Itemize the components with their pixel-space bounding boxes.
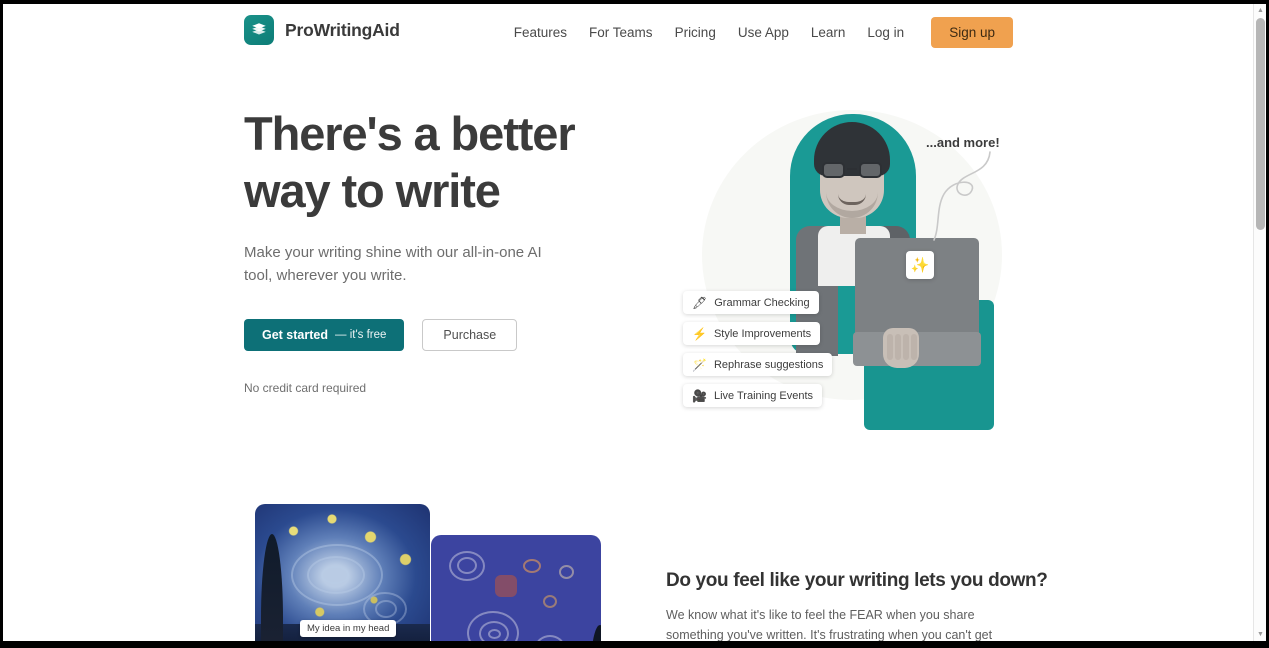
eyeglasses-icon bbox=[821, 162, 883, 178]
person-hand bbox=[883, 328, 919, 368]
get-started-label: Get started bbox=[262, 328, 328, 342]
nav-item-for-teams[interactable]: For Teams bbox=[578, 25, 664, 40]
brand-logo-link[interactable]: ProWritingAid bbox=[244, 15, 400, 45]
feature-pill-style-improvements[interactable]: ⚡ Style Improvements bbox=[683, 322, 821, 345]
scroll-down-arrow-icon[interactable]: ▼ bbox=[1254, 628, 1266, 641]
starry-night-image: My idea in my head bbox=[255, 504, 430, 641]
brand-name: ProWritingAid bbox=[285, 19, 400, 40]
nav-item-use-app[interactable]: Use App bbox=[727, 25, 800, 40]
hero-title-line-2: way to write bbox=[244, 164, 501, 217]
cypress-tree bbox=[261, 534, 283, 641]
scrollbar-thumb[interactable] bbox=[1256, 18, 1265, 230]
site-header: ProWritingAid Features For Teams Pricing… bbox=[3, 4, 1256, 60]
get-started-sublabel: — it's free bbox=[335, 329, 387, 341]
feature-pill-live-training-events[interactable]: 🎥 Live Training Events bbox=[683, 384, 823, 407]
lightning-bolt-icon: ⚡ bbox=[692, 326, 707, 341]
feature-pill-grammar-checking[interactable]: 🖋 Grammar Checking bbox=[683, 291, 819, 314]
sign-up-button[interactable]: Sign up bbox=[931, 16, 1013, 48]
curly-arrow-icon bbox=[933, 151, 991, 241]
blue-sketch-image bbox=[431, 535, 601, 641]
feature-pill-label: Rephrase suggestions bbox=[713, 358, 824, 371]
nav-item-learn[interactable]: Learn bbox=[800, 25, 857, 40]
scroll-up-arrow-icon[interactable]: ▲ bbox=[1254, 4, 1266, 17]
hero-actions: Get started — it's free Purchase bbox=[244, 319, 624, 351]
hero-section: There's a better way to write Make your … bbox=[3, 60, 1256, 480]
feature-pill-label: Grammar Checking bbox=[714, 296, 810, 309]
hero-copy: There's a better way to write Make your … bbox=[244, 105, 624, 395]
vertical-scrollbar[interactable]: ▲ ▼ bbox=[1253, 4, 1266, 641]
my-idea-in-my-head-label: My idea in my head bbox=[300, 620, 397, 637]
purchase-button[interactable]: Purchase bbox=[422, 319, 518, 351]
browser-viewport: ProWritingAid Features For Teams Pricing… bbox=[3, 4, 1266, 641]
sparkles-icon: ✨ bbox=[906, 251, 934, 279]
blue-sketch-cypress bbox=[591, 625, 601, 641]
hero-title-line-1: There's a better bbox=[244, 107, 576, 160]
feather-pen-icon: 🖋 bbox=[692, 295, 708, 310]
writing-lets-you-down-section: My idea in my head Do you feel like your… bbox=[3, 480, 1256, 641]
feature-pill-rephrase-suggestions[interactable]: 🪄 Rephrase suggestions bbox=[683, 353, 833, 376]
section-two-title: Do you feel like your writing lets you d… bbox=[666, 570, 1048, 591]
feature-pill-list: 🖋 Grammar Checking ⚡ Style Improvements … bbox=[683, 291, 871, 407]
nav-item-log-in[interactable]: Log in bbox=[856, 25, 915, 40]
main-nav: Features For Teams Pricing Use App Learn… bbox=[503, 4, 1013, 60]
get-started-button[interactable]: Get started — it's free bbox=[244, 319, 405, 351]
video-camera-icon: 🎥 bbox=[692, 388, 707, 403]
feature-pill-label: Live Training Events bbox=[713, 389, 814, 402]
no-credit-card-note: No credit card required bbox=[244, 381, 367, 395]
section-two-copy: Do you feel like your writing lets you d… bbox=[666, 570, 1048, 641]
nav-item-features[interactable]: Features bbox=[503, 25, 578, 40]
prowritingaid-book-logo-icon bbox=[244, 15, 274, 45]
nav-item-pricing[interactable]: Pricing bbox=[664, 25, 727, 40]
section-two-body: We know what it's like to feel the FEAR … bbox=[666, 608, 993, 641]
hero-illustration: ✨ ...and more! 🖋 Grammar Checking ⚡ Styl… bbox=[668, 100, 1018, 430]
hero-subtitle: Make your writing shine with our all-in-… bbox=[244, 244, 542, 284]
feature-pill-label: Style Improvements bbox=[713, 327, 812, 340]
magic-wand-icon: 🪄 bbox=[692, 357, 707, 372]
page-title: There's a better way to write bbox=[244, 105, 624, 219]
